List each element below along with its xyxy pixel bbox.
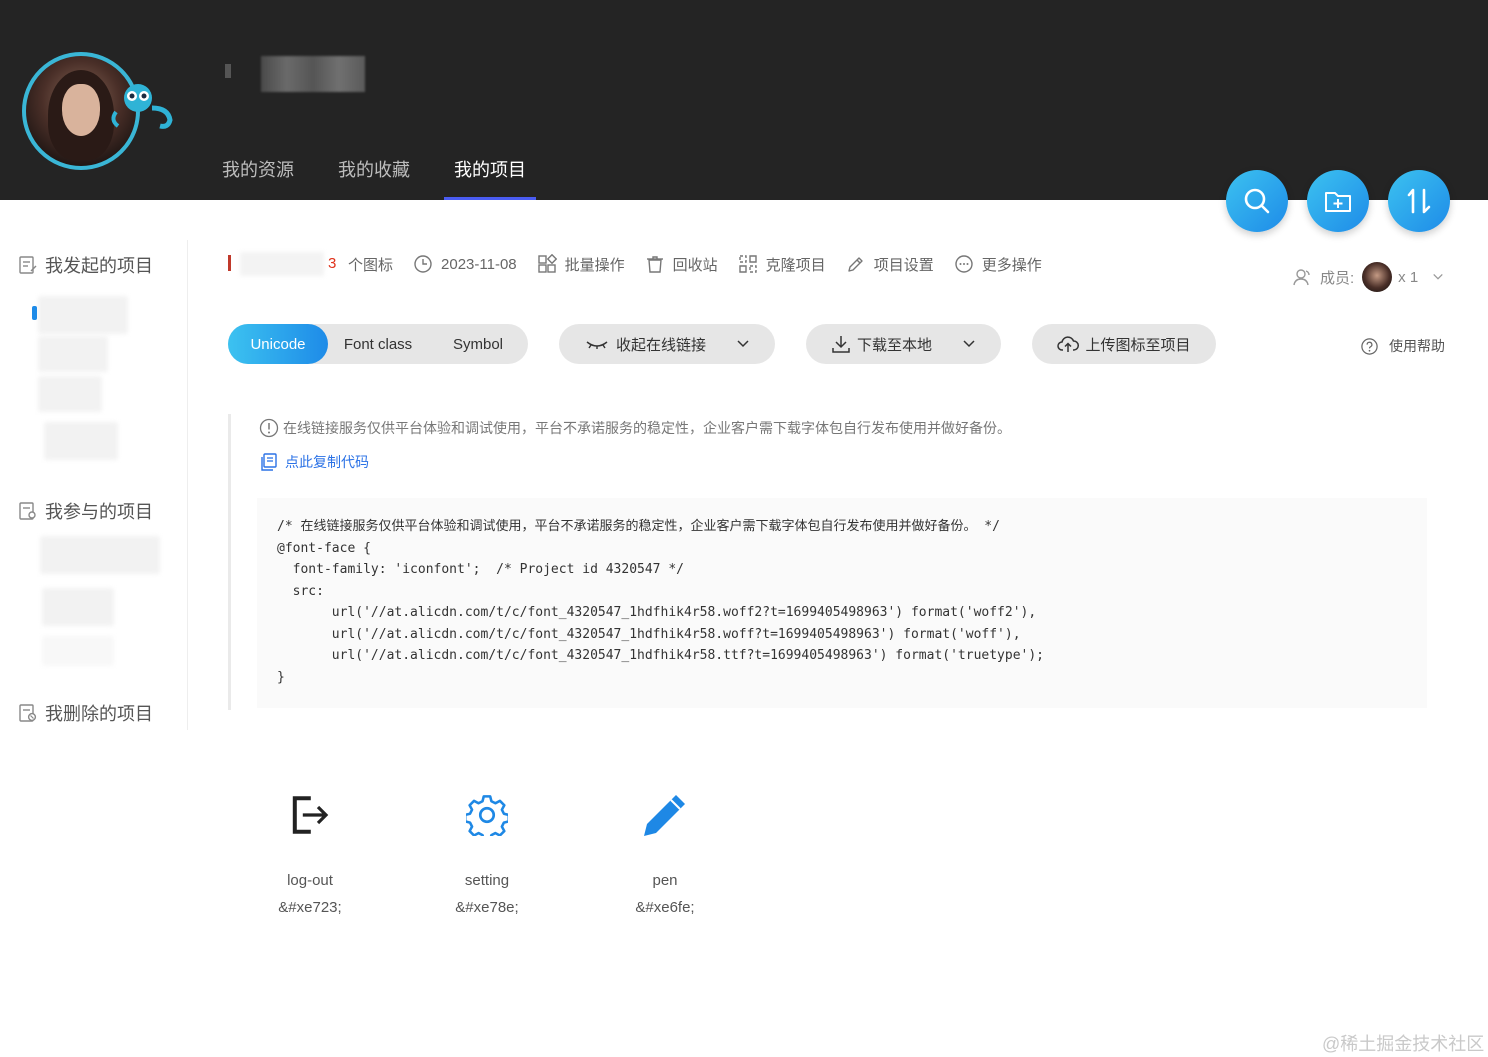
icon-unicode: &#xe723;: [278, 899, 342, 916]
folder-add-icon: [1325, 192, 1351, 212]
project-sidebar: 我发起的项目 我参与的项目 我删除的项目: [0, 240, 188, 730]
pencil-icon: [847, 257, 863, 272]
member-avatar: [1362, 262, 1393, 292]
info-icon: [259, 418, 279, 438]
help-link[interactable]: 使用帮助: [1360, 336, 1445, 356]
nav-my-resources[interactable]: 我的资源: [222, 156, 294, 200]
sidebar-joined-label: 我参与的项目: [45, 502, 153, 522]
sidebar-initiated-projects[interactable]: 我发起的项目: [18, 252, 153, 278]
icon-card-pen: pen &#xe6fe;: [605, 780, 725, 916]
avatar-face: [62, 84, 100, 136]
eye-closed-icon: [586, 341, 608, 349]
icon-count: 3: [328, 255, 337, 272]
project-date: 2023-11-08: [413, 254, 517, 274]
sidebar-item-redacted[interactable]: [42, 588, 114, 626]
nav-my-projects[interactable]: 我的项目: [444, 156, 536, 200]
log-out-icon[interactable]: [250, 780, 370, 850]
icon-unicode: &#xe78e;: [455, 899, 519, 916]
setting-icon[interactable]: [427, 780, 547, 850]
clone-project-button[interactable]: 克隆项目: [738, 254, 826, 275]
project-search-icon: [19, 502, 36, 520]
trash-icon: [646, 256, 663, 273]
main-nav: 我的资源 我的收藏 我的项目: [222, 156, 570, 200]
sidebar-item-redacted[interactable]: [44, 422, 118, 460]
question-icon: [1361, 337, 1378, 355]
download-local-button[interactable]: 下载至本地: [806, 324, 1001, 364]
project-list-icon: [19, 256, 37, 274]
copy-code-link[interactable]: 点此复制代码: [259, 452, 369, 472]
sort-button[interactable]: [1388, 170, 1450, 232]
project-meta-row: 3 个图标 2023-11-08 批量操作 回收站 克隆项目 项目设置 更多操作: [228, 252, 1062, 276]
avatar-frame-decoration-icon: [111, 84, 173, 129]
upload-icons-button[interactable]: 上传图标至项目: [1032, 324, 1216, 364]
icon-count-label: 个图标: [348, 256, 394, 274]
batch-operation-button[interactable]: 批量操作: [537, 254, 625, 275]
chevron-down-icon: [737, 340, 749, 348]
sidebar-initiated-label: 我发起的项目: [45, 256, 153, 276]
sidebar-item-redacted[interactable]: [40, 536, 160, 574]
cloud-upload-icon: [1057, 336, 1080, 352]
batch-icon: [537, 254, 557, 273]
tab-font-class[interactable]: Font class: [328, 324, 428, 364]
icon-name: log-out: [287, 872, 333, 889]
chevron-down-icon: [1433, 274, 1443, 280]
icon-card-setting: setting &#xe78e;: [427, 780, 547, 916]
collapse-online-link-button[interactable]: 收起在线链接: [559, 324, 775, 364]
new-project-button[interactable]: [1307, 170, 1369, 232]
sidebar-item-redacted[interactable]: [42, 636, 114, 666]
sidebar-item-redacted[interactable]: [38, 296, 128, 334]
sidebar-active-marker: [32, 306, 37, 320]
clock-icon: [414, 255, 432, 273]
pen-icon[interactable]: [605, 780, 725, 850]
user-avatar[interactable]: [22, 52, 173, 170]
sidebar-deleted-projects[interactable]: 我删除的项目: [18, 700, 153, 726]
font-face-code-block[interactable]: /* 在线链接服务仅供平台体验和调试使用，平台不承诺服务的稳定性，企业客户需下载…: [257, 498, 1427, 708]
nav-my-favorites[interactable]: 我的收藏: [338, 156, 410, 200]
icon-name: pen: [652, 872, 678, 889]
project-name-redacted: 3: [228, 252, 348, 276]
project-settings-button[interactable]: 项目设置: [846, 254, 934, 275]
icon-unicode: &#xe6fe;: [635, 899, 695, 916]
copy-icon: [261, 453, 277, 471]
more-actions-button[interactable]: 更多操作: [954, 254, 1042, 275]
sort-icon: [1407, 188, 1431, 214]
search-button[interactable]: [1226, 170, 1288, 232]
code-format-tabs: Unicode Font class Symbol: [228, 324, 528, 364]
download-icon: [832, 336, 850, 353]
members-dropdown[interactable]: 成员: x 1: [1292, 262, 1444, 292]
online-link-panel: 在线链接服务仅供平台体验和调试使用，平台不承诺服务的稳定性，企业客户需下载字体包…: [228, 414, 1428, 710]
icon-name: setting: [464, 872, 510, 889]
user-name-redacted: [225, 56, 365, 92]
members-count: x 1: [1398, 268, 1419, 286]
recycle-bin-button[interactable]: 回收站: [645, 254, 718, 275]
clone-icon: [738, 255, 757, 273]
sidebar-item-redacted[interactable]: [38, 376, 102, 412]
notice-text: 在线链接服务仅供平台体验和调试使用，平台不承诺服务的稳定性，企业客户需下载字体包…: [259, 418, 1011, 438]
watermark: @稀土掘金技术社区: [1322, 1034, 1485, 1054]
sidebar-deleted-label: 我删除的项目: [45, 704, 153, 724]
chevron-down-icon: [963, 340, 975, 348]
tab-unicode[interactable]: Unicode: [228, 324, 328, 364]
members-icon: [1293, 269, 1310, 286]
search-icon: [1244, 188, 1270, 214]
tab-symbol[interactable]: Symbol: [428, 324, 528, 364]
members-label: 成员:: [1320, 269, 1355, 287]
sidebar-item-redacted[interactable]: [38, 336, 108, 372]
icon-card-log-out: log-out &#xe723;: [250, 780, 370, 916]
sidebar-joined-projects[interactable]: 我参与的项目: [18, 498, 153, 524]
project-deleted-icon: [19, 704, 37, 722]
more-icon: [955, 255, 973, 273]
